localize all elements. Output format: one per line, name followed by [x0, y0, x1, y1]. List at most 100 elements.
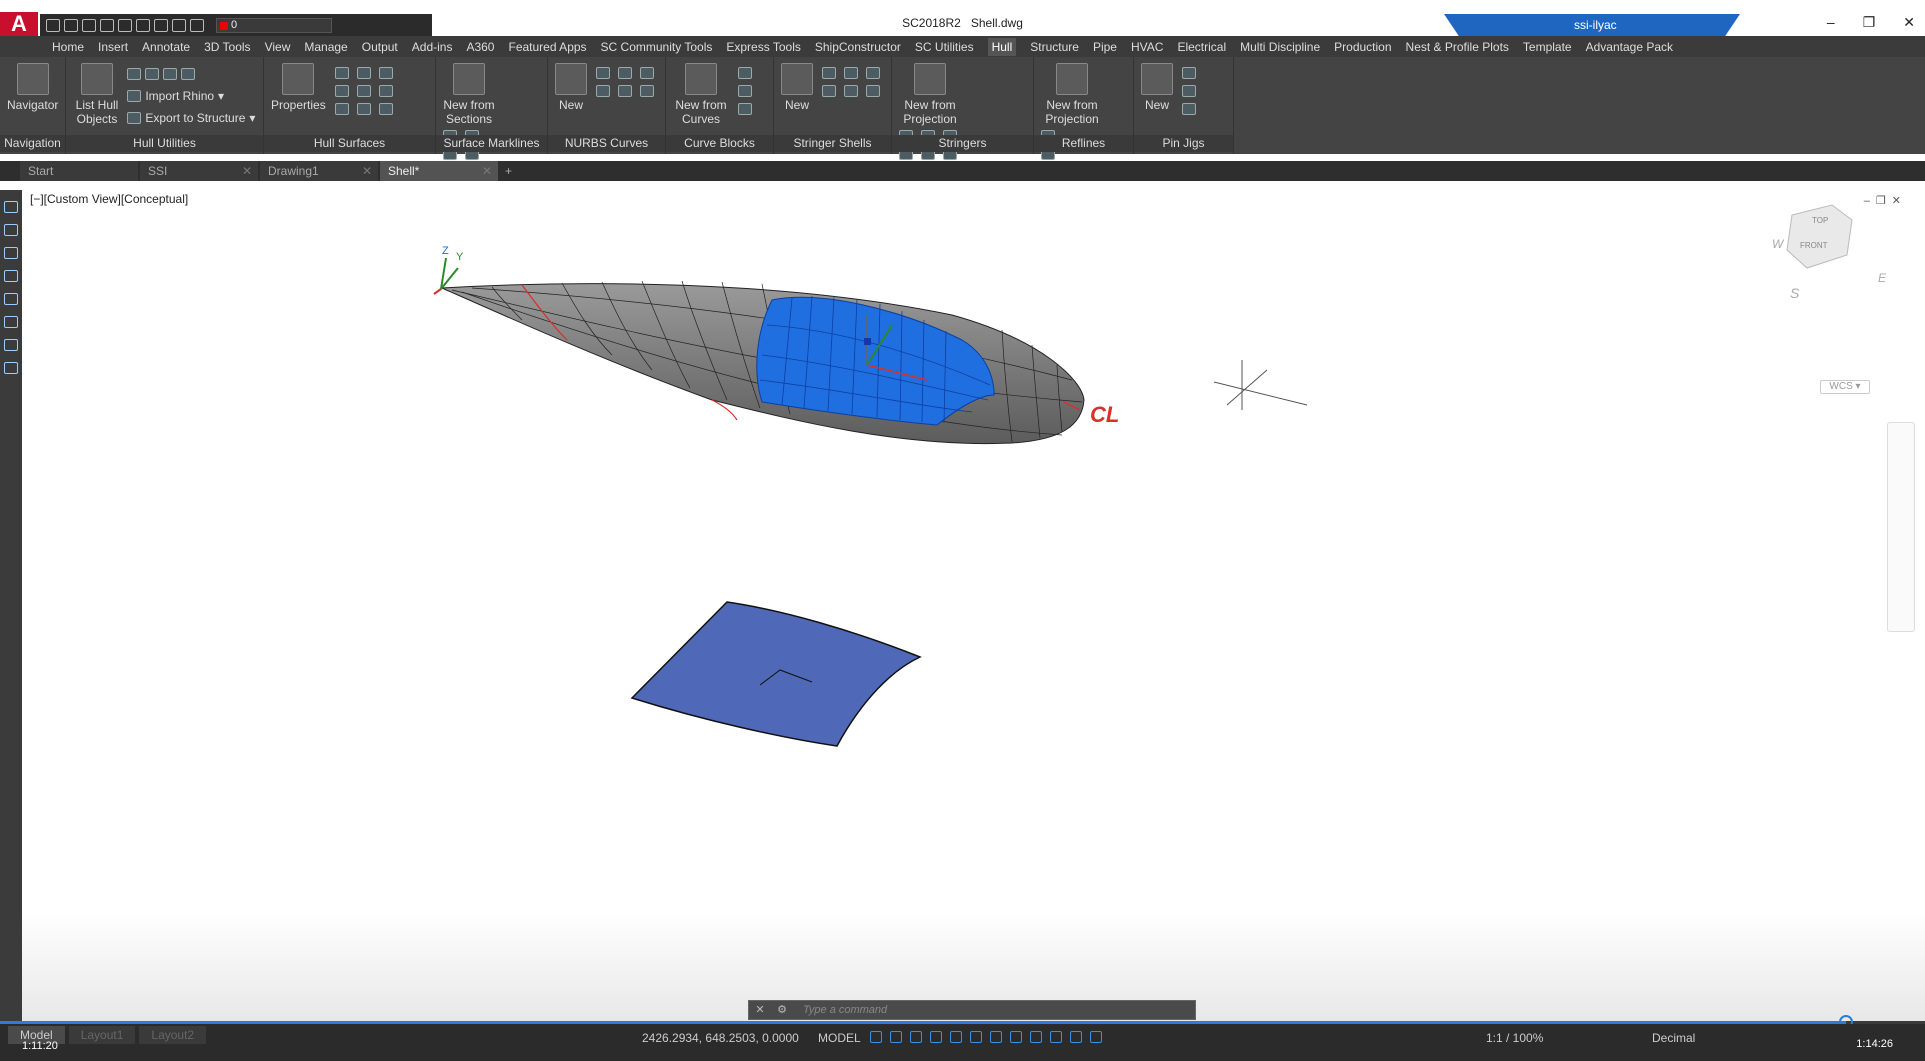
- tool-icon[interactable]: [1182, 103, 1197, 115]
- maximize-icon[interactable]: ❐: [1863, 14, 1876, 31]
- tool-icon[interactable]: [822, 85, 837, 97]
- grid-icon[interactable]: [870, 1031, 882, 1043]
- tool-icon[interactable]: [618, 67, 633, 79]
- navigation-bar[interactable]: [1887, 422, 1915, 632]
- menu-tab-pipe[interactable]: Pipe: [1093, 40, 1117, 54]
- menu-tab-insert[interactable]: Insert: [98, 40, 128, 54]
- menu-tab-production[interactable]: Production: [1334, 40, 1391, 54]
- menu-tab-nest-profile-plots[interactable]: Nest & Profile Plots: [1406, 40, 1509, 54]
- viewcube-front[interactable]: FRONT: [1800, 241, 1828, 250]
- polyline-icon[interactable]: [4, 224, 18, 236]
- tool-icon[interactable]: [640, 67, 655, 79]
- file-tab[interactable]: Start: [20, 161, 138, 181]
- menu-tab-hull[interactable]: Hull: [987, 37, 1017, 56]
- arc-icon[interactable]: [4, 270, 18, 282]
- menu-tab-advantage-pack[interactable]: Advantage Pack: [1586, 40, 1673, 54]
- compass-w[interactable]: W: [1772, 237, 1785, 251]
- gizmo-icon[interactable]: [1070, 1031, 1082, 1043]
- menu-tab-sc-utilities[interactable]: SC Utilities: [915, 40, 974, 54]
- tool-icon[interactable]: [596, 85, 611, 97]
- viewcube[interactable]: TOP FRONT W E S: [1772, 204, 1887, 301]
- move-icon[interactable]: [4, 316, 18, 328]
- snap-icon[interactable]: [890, 1031, 902, 1043]
- tool-icon[interactable]: [163, 68, 178, 80]
- menu-tab-manage[interactable]: Manage: [304, 40, 347, 54]
- menu-tab-sc-community-tools[interactable]: SC Community Tools: [601, 40, 713, 54]
- properties-button[interactable]: Properties: [271, 63, 326, 112]
- tool-icon[interactable]: [379, 67, 394, 79]
- model-space-toggle[interactable]: MODEL: [818, 1031, 861, 1045]
- tool-icon[interactable]: [127, 68, 142, 80]
- navigator-button[interactable]: Navigator: [7, 63, 58, 112]
- tool-icon[interactable]: [866, 67, 881, 79]
- import-rhino-button[interactable]: Import Rhino ▾: [127, 85, 255, 107]
- menu-tab-template[interactable]: Template: [1523, 40, 1572, 54]
- rectangle-icon[interactable]: [4, 293, 18, 305]
- tool-icon[interactable]: [379, 103, 394, 115]
- tool-icon[interactable]: [844, 67, 859, 79]
- compass-s[interactable]: S: [1790, 285, 1800, 301]
- tool-icon[interactable]: [335, 85, 350, 97]
- tool-icon[interactable]: [844, 85, 859, 97]
- tool-icon[interactable]: [738, 85, 753, 97]
- transparency-icon[interactable]: [1010, 1031, 1022, 1043]
- signin-area[interactable]: ssi-ilyac: [1444, 14, 1740, 36]
- close-icon[interactable]: ✕: [749, 1001, 771, 1019]
- wcs-menu[interactable]: WCS ▾: [1820, 380, 1870, 394]
- osnap-icon[interactable]: [950, 1031, 962, 1043]
- tool-icon[interactable]: [618, 85, 633, 97]
- tool-icon[interactable]: [596, 67, 611, 79]
- tool-icon[interactable]: [738, 67, 753, 79]
- menu-tab-add-ins[interactable]: Add-ins: [412, 40, 453, 54]
- menu-tab-home[interactable]: Home: [52, 40, 84, 54]
- pin-jig-new-button[interactable]: New: [1141, 63, 1173, 112]
- menu-tab-hvac[interactable]: HVAC: [1131, 40, 1163, 54]
- annotation-icon[interactable]: [1090, 1031, 1102, 1043]
- stringers-new-from-projection-button[interactable]: New from Projection: [899, 63, 961, 126]
- tool-icon[interactable]: [181, 68, 196, 80]
- tool-icon[interactable]: [1182, 85, 1197, 97]
- stringer-shell-new-button[interactable]: New: [781, 63, 813, 112]
- wrench-icon[interactable]: ⚙: [771, 1001, 793, 1019]
- gizmo-origin[interactable]: [864, 338, 871, 345]
- minimize-icon[interactable]: –: [1827, 14, 1835, 31]
- close-icon[interactable]: ✕: [242, 161, 252, 181]
- menu-tab-output[interactable]: Output: [362, 40, 398, 54]
- polar-icon[interactable]: [930, 1031, 942, 1043]
- close-icon[interactable]: ✕: [362, 161, 372, 181]
- flattened-plate[interactable]: [630, 601, 922, 747]
- viewcube-top[interactable]: TOP: [1812, 216, 1828, 225]
- menu-tab-multi-discipline[interactable]: Multi Discipline: [1240, 40, 1320, 54]
- menu-tab-structure[interactable]: Structure: [1030, 40, 1079, 54]
- menu-tab-3d-tools[interactable]: 3D Tools: [204, 40, 250, 54]
- tool-icon[interactable]: [335, 103, 350, 115]
- tool-icon[interactable]: [357, 85, 372, 97]
- tool-icon[interactable]: [866, 85, 881, 97]
- ortho-icon[interactable]: [910, 1031, 922, 1043]
- menu-tab-shipconstructor[interactable]: ShipConstructor: [815, 40, 901, 54]
- tool-icon[interactable]: [822, 67, 837, 79]
- tool-icon[interactable]: [738, 103, 753, 115]
- tool-icon[interactable]: [640, 85, 655, 97]
- tool-icon[interactable]: [379, 85, 394, 97]
- command-line[interactable]: ✕ ⚙ Type a command: [748, 1000, 1196, 1020]
- tool-icon[interactable]: [335, 67, 350, 79]
- command-input[interactable]: Type a command: [803, 1004, 887, 1016]
- new-from-curves-button[interactable]: New from Curves: [673, 63, 729, 126]
- file-tab[interactable]: Shell* ✕: [380, 161, 498, 181]
- compass-e[interactable]: E: [1878, 271, 1887, 285]
- new-from-sections-button[interactable]: New from Sections: [443, 63, 495, 126]
- tool-icon[interactable]: [357, 103, 372, 115]
- tool-icon[interactable]: [357, 67, 372, 79]
- reflines-new-from-projection-button[interactable]: New from Projection: [1041, 63, 1103, 126]
- tool-icon[interactable]: [1182, 67, 1197, 79]
- file-tab[interactable]: SSI ✕: [140, 161, 258, 181]
- export-structure-button[interactable]: Export to Structure ▾: [127, 107, 255, 129]
- 3d-osnap-icon[interactable]: [1050, 1031, 1062, 1043]
- close-icon[interactable]: ✕: [482, 161, 492, 181]
- layout-tab[interactable]: Layout2: [139, 1026, 207, 1044]
- menu-tab-annotate[interactable]: Annotate: [142, 40, 190, 54]
- tool-icon[interactable]: [145, 68, 160, 80]
- lineweight-icon[interactable]: [990, 1031, 1002, 1043]
- close-icon[interactable]: ✕: [1903, 14, 1915, 31]
